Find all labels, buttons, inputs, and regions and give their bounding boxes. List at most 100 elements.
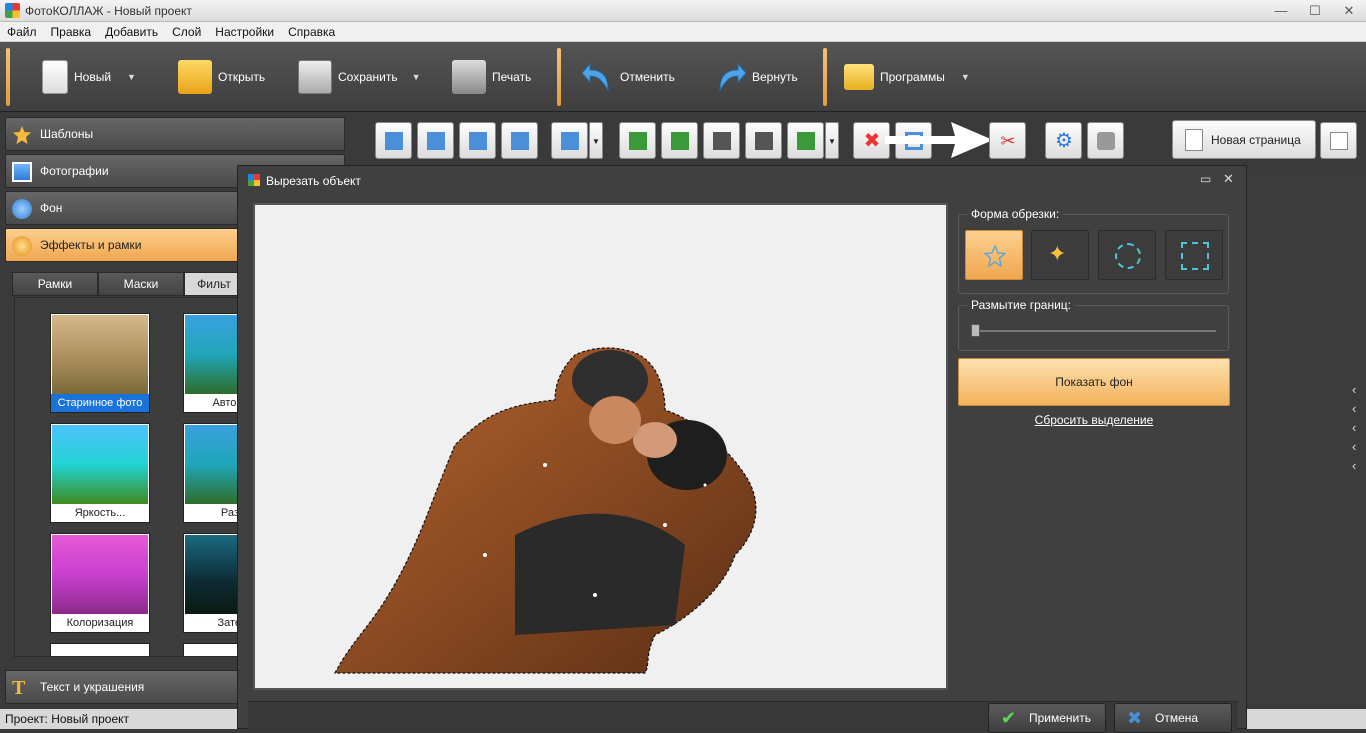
print-button[interactable]: Печать — [452, 50, 531, 104]
rotate-right-icon — [671, 132, 689, 150]
send-to-back-button[interactable] — [501, 122, 538, 159]
effect-label: Старинное фото — [51, 394, 149, 412]
photo-icon — [12, 162, 32, 182]
close-window-button[interactable]: ✕ — [1332, 0, 1366, 22]
redo-button[interactable]: Вернуть — [714, 50, 798, 104]
undo-button[interactable]: Отменить — [582, 50, 675, 104]
show-background-button[interactable]: Показать фон — [958, 358, 1230, 406]
collapse-chevron-icon[interactable]: ‹ — [1352, 401, 1356, 416]
page-settings-button[interactable] — [1320, 122, 1357, 159]
print-label: Печать — [492, 70, 532, 84]
thumbnail-image — [52, 315, 148, 394]
effect-thumbnail[interactable] — [50, 643, 150, 656]
dialog-close-button[interactable]: ✕ — [1223, 171, 1234, 187]
maximize-button[interactable]: ☐ — [1298, 0, 1332, 22]
rectangle-icon — [1181, 242, 1209, 270]
tab-filters[interactable]: Фильт — [184, 272, 244, 296]
flip-vertical-button[interactable] — [745, 122, 782, 159]
settings-button[interactable]: ⚙ — [1045, 122, 1082, 159]
status-value: Новый проект — [51, 712, 129, 726]
background-icon — [12, 199, 32, 219]
cut-object-dialog: Вырезать объект ▭ ✕ Форма обрезки: ✦ Раз… — [237, 165, 1247, 733]
save-icon — [298, 60, 332, 94]
rotate-right-button[interactable] — [661, 122, 698, 159]
printer-icon — [452, 60, 486, 94]
bring-forward-button[interactable] — [417, 122, 454, 159]
open-button[interactable]: Открыть — [178, 50, 265, 104]
menu-add[interactable]: Добавить — [105, 22, 158, 39]
menu-settings[interactable]: Настройки — [215, 22, 274, 39]
undo-arrow-icon — [582, 62, 609, 92]
programs-button[interactable]: Программы ▼ — [844, 50, 970, 104]
section-photos-label: Фотографии — [40, 164, 109, 178]
blur-slider-thumb[interactable] — [971, 324, 980, 337]
magic-wand-button[interactable]: ✦ — [1031, 230, 1089, 280]
flip-horizontal-icon — [713, 132, 731, 150]
new-page-icon — [1185, 129, 1203, 151]
new-dropdown-icon[interactable]: ▼ — [127, 72, 136, 82]
menu-edit[interactable]: Правка — [51, 22, 92, 39]
cut-object-button[interactable]: ✂ — [989, 122, 1026, 159]
scissors-icon: ✂ — [1000, 131, 1016, 151]
lock-button[interactable] — [1087, 122, 1124, 159]
crop-shape-label: Форма обрезки: — [967, 207, 1064, 221]
cancel-x-icon: ✖ — [1127, 708, 1143, 728]
pointer-arrow-icon — [885, 122, 993, 158]
undo-label: Отменить — [620, 70, 675, 84]
redo-arrow-icon — [719, 62, 746, 92]
menu-layer[interactable]: Слой — [172, 22, 201, 39]
section-templates[interactable]: Шаблоны — [5, 117, 345, 151]
new-page-button[interactable]: Новая страница — [1172, 120, 1316, 159]
align-button[interactable] — [551, 122, 588, 159]
palette-icon — [12, 236, 32, 256]
collapse-chevron-icon[interactable]: ‹ — [1352, 382, 1356, 397]
bring-to-front-button[interactable] — [375, 122, 412, 159]
effect-thumbnail[interactable]: Старинное фото — [50, 313, 150, 413]
menu-file[interactable]: Файл — [7, 22, 37, 39]
tab-masks[interactable]: Маски — [98, 272, 184, 296]
layout-dropdown[interactable]: ▼ — [825, 122, 839, 159]
section-background-label: Фон — [40, 201, 63, 215]
flip-horizontal-button[interactable] — [703, 122, 740, 159]
rotate-left-button[interactable] — [619, 122, 656, 159]
save-button[interactable]: Сохранить ▼ — [298, 50, 421, 104]
folder-icon — [178, 60, 212, 94]
layer-icon — [385, 132, 403, 150]
blur-slider-track[interactable] — [971, 330, 1216, 332]
cancel-label: Отмена — [1155, 711, 1199, 725]
layer-icon — [511, 132, 529, 150]
menu-help[interactable]: Справка — [288, 22, 335, 39]
effect-thumbnail[interactable]: Яркость... — [50, 423, 150, 523]
programs-dropdown-icon[interactable]: ▼ — [961, 72, 970, 82]
programs-label: Программы — [880, 70, 945, 84]
window-title: ФотоКОЛЛАЖ - Новый проект — [25, 4, 192, 18]
star-icon — [13, 126, 31, 144]
collapse-chevron-icon[interactable]: ‹ — [1352, 420, 1356, 435]
dialog-maximize-button[interactable]: ▭ — [1200, 172, 1211, 186]
reset-selection-link[interactable]: Сбросить выделение — [958, 413, 1230, 427]
lock-icon — [1097, 132, 1115, 150]
checkmark-icon: ✔ — [1001, 708, 1017, 728]
magic-wand-icon: ✦ — [1048, 241, 1067, 266]
rectangle-shape-button[interactable] — [1165, 230, 1223, 280]
section-text-label: Текст и украшения — [40, 680, 145, 694]
gear-icon: ⚙ — [1055, 130, 1073, 152]
title-bar: ФотоКОЛЛАЖ - Новый проект — ☐ ✕ — [0, 0, 1366, 22]
save-dropdown-icon[interactable]: ▼ — [412, 72, 421, 82]
new-button[interactable]: Новый ▼ — [42, 50, 136, 104]
thumbnail-image — [52, 425, 148, 504]
layout-button[interactable] — [787, 122, 824, 159]
freeform-shape-button[interactable] — [965, 230, 1023, 280]
effect-thumbnail[interactable]: Колоризация — [50, 533, 150, 633]
collapse-chevron-icon[interactable]: ‹ — [1352, 458, 1356, 473]
cut-canvas[interactable] — [253, 203, 948, 690]
align-dropdown[interactable]: ▼ — [589, 122, 603, 159]
collapse-chevron-icon[interactable]: ‹ — [1352, 439, 1356, 454]
send-backward-button[interactable] — [459, 122, 496, 159]
ellipse-shape-button[interactable] — [1098, 230, 1156, 280]
tab-frames[interactable]: Рамки — [12, 272, 98, 296]
main-toolbar: Новый ▼ Открыть Сохранить ▼ Печать Отмен… — [0, 42, 1366, 112]
flip-vertical-icon — [755, 132, 773, 150]
minimize-button[interactable]: — — [1264, 0, 1298, 22]
redo-label: Вернуть — [752, 70, 798, 84]
